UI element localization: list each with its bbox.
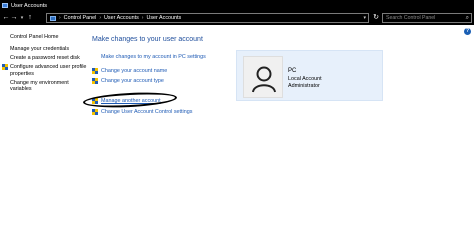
uac-shield-icon — [2, 64, 8, 71]
search-placeholder: Search Control Panel — [386, 15, 436, 21]
account-info-panel: PC Local Account Administrator — [236, 50, 383, 101]
navigation-bar: ← → ▾ ↑ › Control Panel › User Accounts … — [0, 11, 474, 25]
hand-drawn-highlight-oval — [82, 90, 178, 110]
breadcrumb-user-accounts-current[interactable]: User Accounts — [146, 15, 181, 21]
window-title: User Accounts — [11, 2, 48, 9]
pc-settings-link[interactable]: Make changes to my account in PC setting… — [101, 54, 206, 60]
help-icon[interactable]: ? — [464, 28, 471, 35]
up-arrow-icon[interactable]: ↑ — [26, 12, 34, 24]
breadcrumb-separator: › — [141, 15, 144, 21]
account-role: Administrator — [288, 83, 320, 89]
account-type: Local Account — [288, 76, 322, 82]
breadcrumb-user-accounts[interactable]: User Accounts — [104, 15, 139, 21]
uac-shield-icon — [92, 109, 98, 115]
recent-locations-chevron-icon[interactable]: ▾ — [18, 12, 26, 24]
search-input[interactable]: Search Control Panel ⌕ — [382, 13, 472, 23]
task-change-uac-settings-label: Change User Account Control settings — [101, 109, 193, 115]
address-bar[interactable]: › Control Panel › User Accounts › User A… — [46, 13, 369, 23]
title-bar: User Accounts — [0, 0, 474, 11]
sidebar-change-environment-variables[interactable]: Change my environment variables — [10, 80, 88, 92]
search-icon[interactable]: ⌕ — [466, 14, 469, 22]
uac-shield-icon — [92, 78, 98, 84]
breadcrumb-separator: › — [59, 15, 61, 21]
control-panel-icon — [50, 15, 56, 21]
back-arrow-icon[interactable]: ← — [2, 12, 10, 24]
page-title: Make changes to your user account — [92, 36, 203, 43]
user-accounts-icon — [2, 3, 8, 8]
task-change-account-type[interactable]: Change your account type — [92, 78, 164, 84]
user-silhouette-icon — [252, 66, 276, 93]
sidebar-configure-profile-properties-label: Configure advanced user profile properti… — [10, 64, 87, 77]
task-change-account-name-label: Change your account name — [101, 68, 168, 74]
avatar — [243, 56, 283, 98]
account-name: PC — [288, 68, 297, 74]
task-change-account-name[interactable]: Change your account name — [92, 68, 167, 74]
breadcrumb-separator: › — [99, 15, 102, 21]
task-change-uac-settings[interactable]: Change User Account Control settings — [92, 109, 192, 115]
uac-shield-icon — [92, 68, 98, 74]
sidebar-create-password-reset-disk[interactable]: Create a password reset disk — [10, 55, 88, 61]
refresh-icon[interactable]: ↻ — [371, 13, 381, 23]
task-change-account-type-label: Change your account type — [101, 78, 164, 84]
breadcrumb-control-panel[interactable]: Control Panel — [64, 15, 97, 21]
sidebar-configure-profile-properties[interactable]: Configure advanced user profile properti… — [2, 64, 88, 77]
forward-arrow-icon[interactable]: → — [10, 12, 18, 24]
sidebar-control-panel-home[interactable]: Control Panel Home — [10, 34, 88, 40]
sidebar-manage-credentials[interactable]: Manage your credentials — [10, 46, 88, 52]
sidebar: Control Panel Home Manage your credentia… — [2, 34, 88, 95]
address-dropdown-chevron-icon[interactable]: ▾ — [363, 14, 366, 22]
